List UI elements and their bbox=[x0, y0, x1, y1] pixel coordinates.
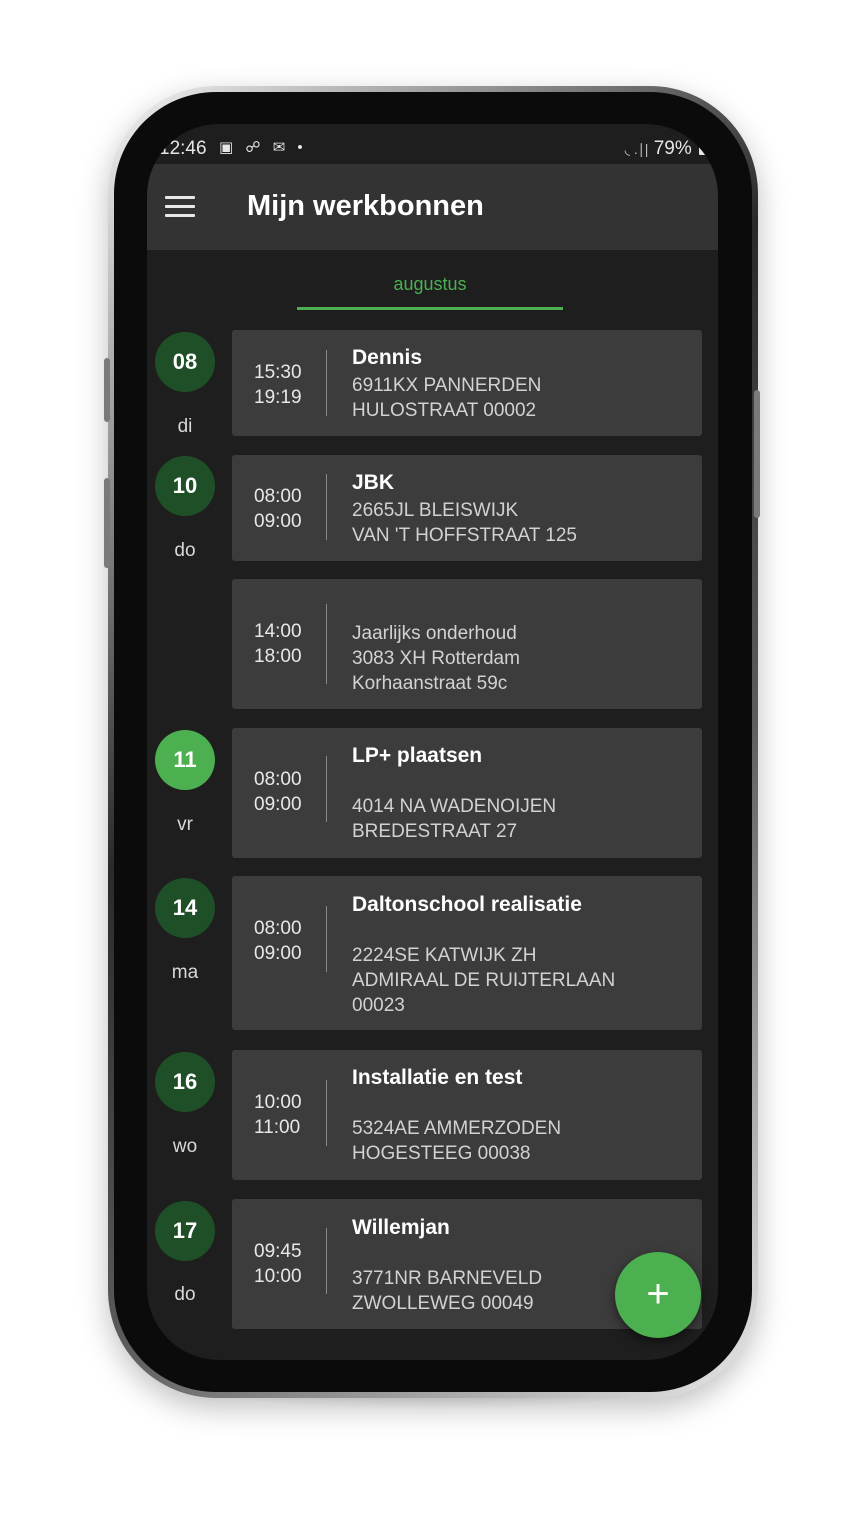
time-divider bbox=[326, 906, 327, 972]
appointment-card[interactable]: 10:00 11:00 Installatie en test 5324AE AMME… bbox=[232, 1050, 702, 1180]
appointment-start-time: 14:00 bbox=[254, 621, 302, 642]
appointment-title: Daltonschool realisatie bbox=[352, 893, 582, 916]
address-line: 4014 NA WADENOIJEN bbox=[352, 796, 557, 817]
appointment-title: Dennis bbox=[352, 346, 423, 369]
time-divider bbox=[326, 756, 327, 822]
address-line: 5324AE AMMERZODEN bbox=[352, 1118, 562, 1139]
appointment-end-time: 18:00 bbox=[254, 646, 302, 667]
appointment-end-time: 09:00 bbox=[254, 511, 302, 532]
appointment-end-time: 19:19 bbox=[254, 387, 302, 408]
address-line: 2224SE KATWIJK ZH bbox=[352, 945, 537, 966]
appointment-end-time: 11:00 bbox=[254, 1117, 301, 1138]
appointment-title: Installatie en test bbox=[352, 1066, 523, 1089]
day-label: ma bbox=[171, 962, 199, 983]
address-line: 3771NR BARNEVELD bbox=[352, 1268, 543, 1289]
plus-icon: + bbox=[646, 1272, 670, 1316]
appointment-title: LP+ plaatsen bbox=[352, 744, 483, 767]
appointment-address: Jaarlijks onderhoud 3083 XH Rotterdam Korh… bbox=[352, 621, 520, 696]
appointment-start-time: 10:00 bbox=[254, 1092, 302, 1113]
appointment-title: Willemjan bbox=[352, 1216, 450, 1239]
address-line: BREDESTRAAT 27 bbox=[352, 821, 518, 842]
appointment-end-time: 09:00 bbox=[254, 794, 302, 815]
appointment-address: 2224SE KATWIJK ZH ADMIRAAL DE RUIJTERLAAN… bbox=[352, 943, 615, 1018]
address-line: HULOSTRAAT 00002 bbox=[352, 400, 537, 421]
appointment-card[interactable]: 08:00 09:00 LP+ plaatsen 4014 NA WADENOIJEN… bbox=[232, 728, 702, 858]
power-button bbox=[754, 390, 760, 518]
appointment-address: 3771NR BARNEVELD ZWOLLEWEG 00049 bbox=[352, 1266, 542, 1316]
date-badge: 17 bbox=[155, 1201, 215, 1261]
appointment-address: 6911KX PANNERDEN HULOSTRAAT 00002 bbox=[352, 373, 541, 423]
appointment-times: 08:00 09:00 bbox=[254, 484, 302, 534]
appointment-times: 10:00 11:00 bbox=[254, 1090, 302, 1140]
volume-down-button bbox=[104, 478, 110, 568]
appointment-card[interactable]: 08:00 09:00 JBK 2665JL BLEISWIJK VAN 'T HOFF… bbox=[232, 455, 702, 561]
time-divider bbox=[326, 474, 327, 540]
appointment-card[interactable]: 14:00 18:00 Jaarlijks onderhoud 3083 XH Rot… bbox=[232, 579, 702, 709]
appointment-times: 08:00 09:00 bbox=[254, 916, 302, 966]
day-label: vr bbox=[177, 814, 193, 835]
address-line: Jaarlijks onderhoud bbox=[352, 623, 517, 644]
appointment-times: 14:00 18:00 bbox=[254, 619, 302, 669]
appointment-start-time: 08:00 bbox=[254, 486, 302, 507]
appointment-list: 08 di 15:30 19:19 Dennis 6911KX PANNERDEN HULO… bbox=[147, 124, 718, 1360]
appointment-title: JBK bbox=[352, 471, 395, 494]
address-line: ZWOLLEWEG 00049 bbox=[352, 1293, 534, 1314]
add-button[interactable]: + bbox=[615, 1252, 701, 1338]
day-label: di bbox=[177, 416, 193, 437]
appointment-start-time: 15:30 bbox=[254, 362, 302, 383]
address-line: HOGESTEEG 00038 bbox=[352, 1143, 531, 1164]
appointment-start-time: 09:45 bbox=[254, 1241, 302, 1262]
date-badge: 11 bbox=[155, 730, 215, 790]
day-label: wo bbox=[172, 1136, 198, 1157]
appointment-times: 09:45 10:00 bbox=[254, 1239, 302, 1289]
time-divider bbox=[326, 1228, 327, 1294]
date-badge: 10 bbox=[155, 456, 215, 516]
appointment-address: 5324AE AMMERZODEN HOGESTEEG 00038 bbox=[352, 1116, 561, 1166]
address-line: 00023 bbox=[352, 995, 405, 1016]
appointment-end-time: 10:00 bbox=[254, 1266, 302, 1287]
address-line: 6911KX PANNERDEN bbox=[352, 375, 542, 396]
appointment-start-time: 08:00 bbox=[254, 769, 302, 790]
date-badge: 16 bbox=[155, 1052, 215, 1112]
day-label: do bbox=[174, 1284, 196, 1305]
address-line: Korhaanstraat 59c bbox=[352, 673, 508, 694]
appointment-address: 4014 NA WADENOIJEN BREDESTRAAT 27 bbox=[352, 794, 556, 844]
time-divider bbox=[326, 1080, 327, 1146]
time-divider bbox=[326, 350, 327, 416]
appointment-address: 2665JL BLEISWIJK VAN 'T HOFFSTRAAT 125 bbox=[352, 498, 577, 548]
address-line: 3083 XH Rotterdam bbox=[352, 648, 520, 669]
day-label: do bbox=[174, 540, 196, 561]
address-line: 2665JL BLEISWIJK bbox=[352, 500, 519, 521]
address-line: ADMIRAAL DE RUIJTERLAAN bbox=[352, 970, 616, 991]
date-badge: 08 bbox=[155, 332, 215, 392]
address-line: VAN 'T HOFFSTRAAT 125 bbox=[352, 525, 577, 546]
phone-screen: 12:46 ▣ ☍ ✉ • ◟ .∣| 79% Mijn werkbonnen … bbox=[147, 124, 718, 1360]
volume-up-button bbox=[104, 358, 110, 422]
date-badge: 14 bbox=[155, 878, 215, 938]
appointment-card[interactable]: 15:30 19:19 Dennis 6911KX PANNERDEN HULOSTRA… bbox=[232, 330, 702, 436]
time-divider bbox=[326, 604, 327, 684]
appointment-card[interactable]: 08:00 09:00 Daltonschool realisatie 2224SE … bbox=[232, 876, 702, 1030]
appointment-times: 08:00 09:00 bbox=[254, 767, 302, 817]
appointment-start-time: 08:00 bbox=[254, 918, 302, 939]
appointment-end-time: 09:00 bbox=[254, 943, 302, 964]
appointment-times: 15:30 19:19 bbox=[254, 360, 302, 410]
